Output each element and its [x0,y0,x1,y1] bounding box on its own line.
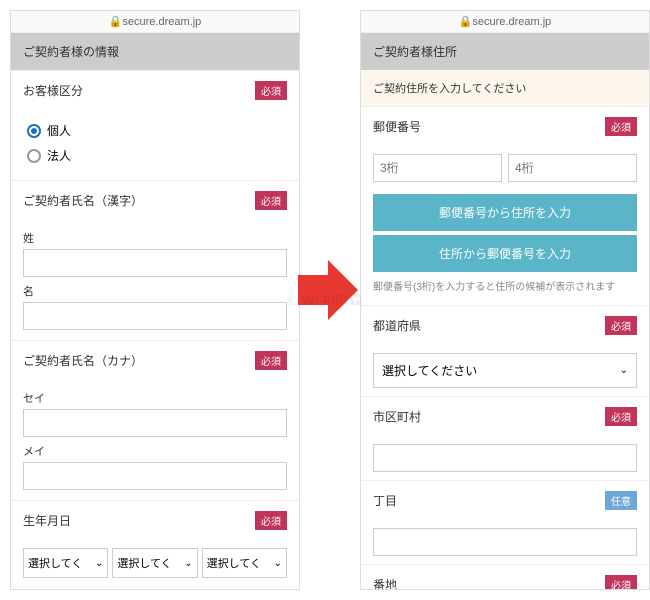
city-input[interactable] [373,444,637,472]
required-badge: 必須 [605,117,637,136]
birth-month-select[interactable]: 選択してく⌄ [112,548,197,578]
sei-input[interactable] [23,249,287,277]
required-badge: 必須 [605,407,637,426]
postal-label: 郵便番号 [373,118,421,135]
chevron-icon: ⌄ [274,558,282,569]
birth-day-select[interactable]: 選択してく⌄ [202,548,287,578]
name-kanji-label: ご契約者氏名（漢字） [23,192,143,209]
left-panel: 🔒secure.dream.jp ご契約者様の情報 お客様区分 必須 個人 法人… [10,10,300,590]
mei-label: 名 [23,283,287,299]
radio-individual[interactable]: 個人 [27,118,283,143]
postal-to-address-button[interactable]: 郵便番号から住所を入力 [373,194,637,231]
required-badge: 必須 [255,191,287,210]
mei-input[interactable] [23,302,287,330]
postal4-input[interactable] [508,154,637,182]
sei-kana-input[interactable] [23,409,287,437]
name-kana-label: ご契約者氏名（カナ） [23,352,143,369]
arrow-icon [298,250,358,330]
postal3-input[interactable] [373,154,502,182]
birth-note: ※お申し込みは20歳以上の方のみとなります。 [11,586,299,590]
town-input[interactable] [373,528,637,556]
url-bar: 🔒secure.dream.jp [361,11,649,33]
chevron-icon: ⌄ [95,558,103,569]
radio-corporate[interactable]: 法人 [27,143,283,168]
required-badge: 必須 [605,316,637,335]
required-badge: 必須 [255,351,287,370]
town-label: 丁目 [373,492,397,509]
required-badge: 必須 [255,81,287,100]
chevron-icon: ⌄ [620,365,628,376]
url-bar: 🔒secure.dream.jp [11,11,299,33]
pref-label: 都道府県 [373,317,421,334]
customer-type-label: お客様区分 [23,82,83,99]
address-to-postal-button[interactable]: 住所から郵便番号を入力 [373,235,637,272]
required-badge: 必須 [255,511,287,530]
chevron-icon: ⌄ [184,558,192,569]
optional-badge: 任意 [605,491,637,510]
postal-hint: 郵便番号(3桁)を入力すると住所の候補が表示されます [361,276,649,305]
radio-icon [27,124,41,138]
sei-kana-label: セイ [23,390,287,406]
mei-kana-input[interactable] [23,462,287,490]
notice-text: ご契約住所を入力してください [361,70,649,106]
mei-kana-label: メイ [23,443,287,459]
birth-label: 生年月日 [23,512,71,529]
sei-label: 姓 [23,230,287,246]
section-header: ご契約者様の情報 [11,33,299,70]
block-label: 番地 [373,576,397,590]
radio-icon [27,149,41,163]
required-badge: 必須 [605,575,637,590]
right-panel: 🔒secure.dream.jp ご契約者様住所 ご契約住所を入力してください … [360,10,650,590]
birth-year-select[interactable]: 選択してく⌄ [23,548,108,578]
pref-select[interactable]: 選択してください⌄ [373,353,637,388]
city-label: 市区町村 [373,408,421,425]
section-header: ご契約者様住所 [361,33,649,70]
